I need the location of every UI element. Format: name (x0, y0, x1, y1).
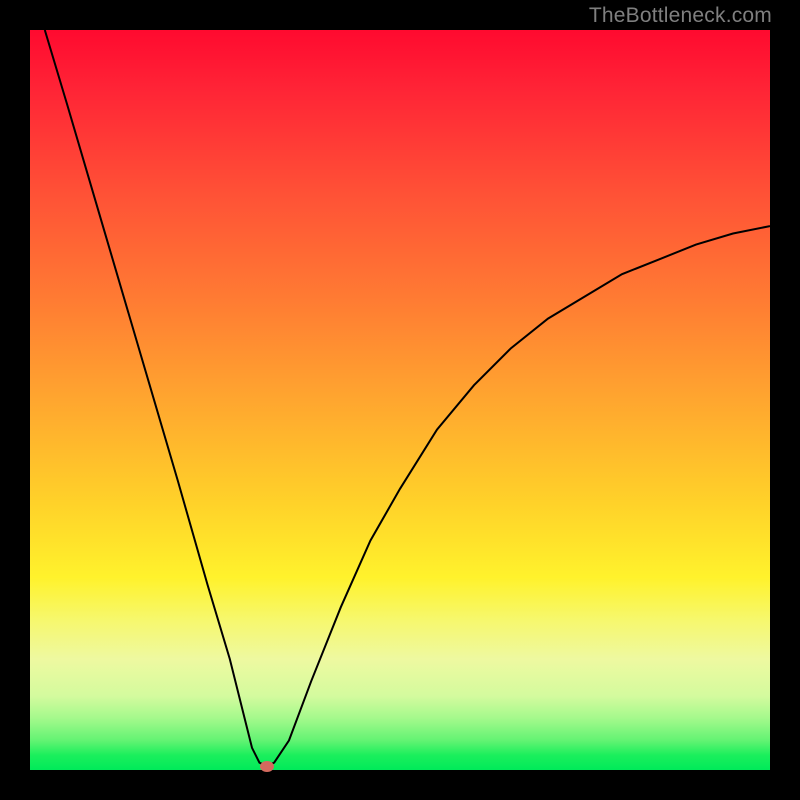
watermark-text: TheBottleneck.com (589, 4, 772, 28)
minimum-marker (260, 761, 274, 772)
plot-area (30, 30, 770, 770)
chart-frame: TheBottleneck.com (0, 0, 800, 800)
bottleneck-curve-path (45, 30, 770, 766)
curve-svg (30, 30, 770, 770)
